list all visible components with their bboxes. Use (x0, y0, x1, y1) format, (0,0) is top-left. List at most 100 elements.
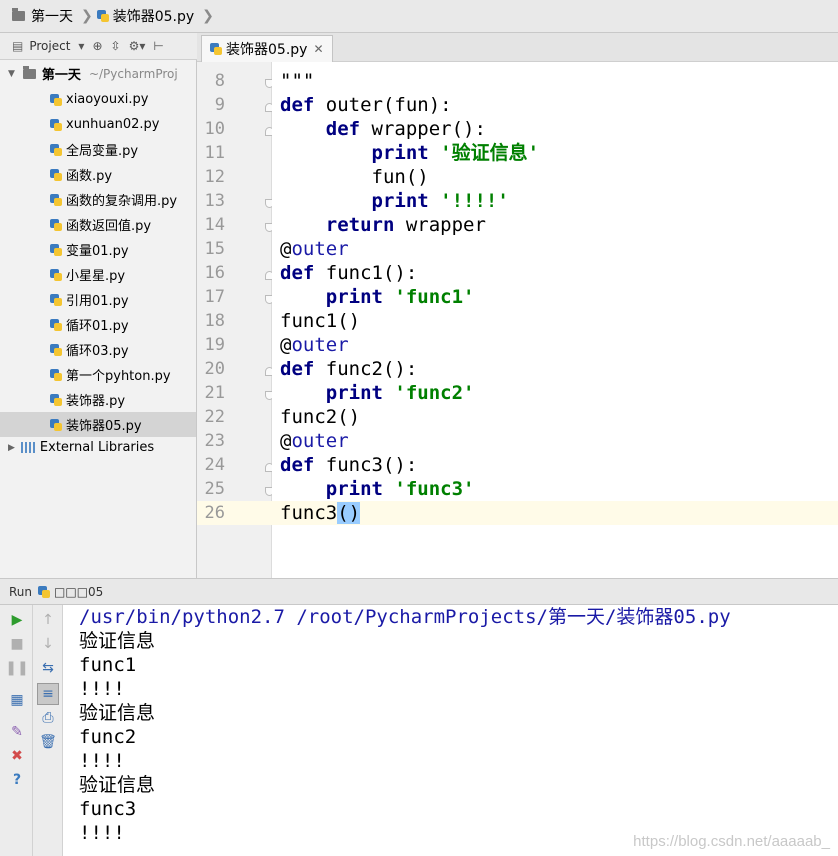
line-number: 13 (204, 191, 225, 211)
code-line: @outer (280, 430, 349, 452)
code-line: def func3(): (280, 454, 418, 476)
code-line: """ (280, 70, 315, 92)
soft-wrap-icon[interactable]: ⇆ (39, 659, 57, 677)
hide-panel-icon[interactable]: ⊢ (153, 39, 163, 53)
chevron-right-icon: ❯ (81, 8, 93, 24)
file-item-label: 函数返回值.py (66, 219, 152, 234)
file-item[interactable]: 函数.py (0, 162, 196, 187)
code-line: func3() (280, 502, 361, 524)
stop-icon[interactable]: ■ (8, 635, 26, 653)
file-item[interactable]: 函数返回值.py (0, 212, 196, 237)
file-item-label: 小星星.py (66, 269, 126, 284)
external-libraries[interactable]: ▶ External Libraries (8, 440, 154, 455)
run-toolbar-primary: ▶ ■ ❚❚ ▦ ✎ ✖ ? (0, 605, 33, 856)
code-line: print 'func3' (325, 478, 475, 500)
folder-icon (12, 8, 25, 21)
line-number: 8 (214, 71, 225, 91)
line-number: 19 (204, 335, 225, 355)
print-icon[interactable]: ⎙ (39, 709, 57, 727)
file-item[interactable]: 全局变量.py (0, 137, 196, 162)
file-item[interactable]: 循环03.py (0, 337, 196, 362)
file-item[interactable]: 引用01.py (0, 287, 196, 312)
python-file-icon (96, 10, 109, 22)
line-number: 23 (204, 431, 225, 451)
file-item[interactable]: 第一个pyhton.py (0, 362, 196, 387)
file-item-label: 装饰器.py (66, 394, 126, 409)
code-line: func1() (280, 310, 361, 332)
run-config-name: □□□05 (54, 584, 104, 599)
project-view-label[interactable]: Project (29, 39, 70, 53)
locate-icon[interactable]: ⊕ (92, 39, 102, 53)
collapse-arrow-icon[interactable]: ▶ (8, 443, 15, 453)
python-file-icon (50, 193, 62, 206)
project-toolbar: ▤ Project ▾ ⊕ ⇳ ⚙▾ ⊢ (0, 33, 197, 60)
file-item[interactable]: 函数的复杂调用.py (0, 187, 196, 212)
file-item[interactable]: 小星星.py (0, 262, 196, 287)
chevron-right-icon: ❯ (202, 8, 214, 24)
console-command: /usr/bin/python2.7 /root/PycharmProjects… (79, 606, 731, 628)
line-number: 25 (204, 479, 225, 499)
file-item[interactable]: 循环01.py (0, 312, 196, 337)
line-number: 22 (204, 407, 225, 427)
tab-label: 装饰器05.py (226, 42, 308, 58)
help-icon[interactable]: ? (8, 771, 26, 789)
code-line: fun() (280, 166, 429, 188)
line-number: 26 (204, 503, 225, 523)
python-file-icon (50, 293, 62, 306)
file-item[interactable]: xiaoyouxi.py (0, 87, 196, 112)
line-number: 11 (204, 143, 225, 163)
line-number: 14 (204, 215, 225, 235)
editor-gutter: 8 9 10 11 12 13 14 15 16 17 18 19 20 21 22 23 24 25 26 (197, 62, 274, 578)
file-item-label: 全局变量.py (66, 144, 139, 159)
line-number: 9 (214, 95, 225, 115)
file-item-label: 装饰器05.py (66, 419, 142, 434)
file-item-label: 函数的复杂调用.py (66, 194, 178, 209)
arrow-up-icon[interactable]: ↑ (39, 611, 57, 629)
run-label[interactable]: Run (9, 585, 32, 599)
code-line: print '验证信息' (371, 142, 540, 164)
file-item[interactable]: 装饰器05.py (0, 412, 196, 437)
close-icon[interactable]: ✖ (8, 747, 26, 765)
python-file-icon (210, 43, 222, 55)
watermark: https://blog.csdn.net/aaaaab_ (633, 833, 830, 850)
breadcrumb-file-label: 装饰器05.py (112, 9, 195, 25)
breadcrumb-project[interactable]: 第一天 (12, 6, 73, 26)
root-name: 第一天 (41, 68, 81, 83)
line-number: 12 (204, 167, 225, 187)
close-tab-icon[interactable]: ✕ (313, 42, 323, 56)
arrow-down-icon[interactable]: ↓ (39, 635, 57, 653)
code-line: @outer (280, 238, 349, 260)
run-config[interactable]: □□□05 (38, 585, 103, 599)
line-number: 20 (204, 359, 225, 379)
python-file-icon (50, 343, 62, 356)
trash-icon[interactable]: 🗑 (39, 733, 57, 751)
rerun-icon[interactable]: ▶ (8, 611, 26, 629)
breadcrumb-file[interactable]: 装饰器05.py (96, 6, 195, 26)
file-item[interactable]: 装饰器.py (0, 387, 196, 412)
breadcrumb-project-label: 第一天 (31, 9, 73, 25)
file-item-label: 循环01.py (66, 319, 129, 334)
code-line: def outer(fun): (280, 94, 452, 116)
file-item-label: 变量01.py (66, 244, 129, 259)
library-icon (20, 442, 35, 453)
run-console[interactable]: https://blog.csdn.net/aaaaab_ /usr/bin/p… (63, 605, 838, 856)
collapse-icon[interactable]: ⇳ (111, 39, 121, 53)
python-file-icon (50, 118, 62, 131)
tab-active-file[interactable]: 装饰器05.py ✕ (201, 35, 333, 62)
file-item-label: 第一个pyhton.py (66, 369, 171, 384)
console-output-line: func1 (79, 654, 137, 676)
scroll-to-end-icon[interactable]: ≡ (37, 683, 59, 705)
gear-icon[interactable]: ⚙▾ (129, 39, 146, 53)
code-editor[interactable]: """ def outer(fun): def wrapper(): print … (272, 62, 838, 578)
tree-root[interactable]: ▼ 第一天 ~/PycharmProj (8, 64, 178, 83)
pin-icon[interactable]: ✎ (8, 723, 26, 741)
line-number: 15 (204, 239, 225, 259)
dropdown-arrow-icon[interactable]: ▾ (78, 39, 84, 53)
code-line: print 'func2' (325, 382, 475, 404)
external-libraries-label: External Libraries (39, 440, 155, 455)
pause-icon[interactable]: ❚❚ (5, 659, 28, 677)
expand-arrow-icon[interactable]: ▼ (8, 69, 15, 79)
file-item[interactable]: 变量01.py (0, 237, 196, 262)
layout-icon[interactable]: ▦ (8, 691, 26, 709)
file-item[interactable]: xunhuan02.py (0, 112, 196, 137)
